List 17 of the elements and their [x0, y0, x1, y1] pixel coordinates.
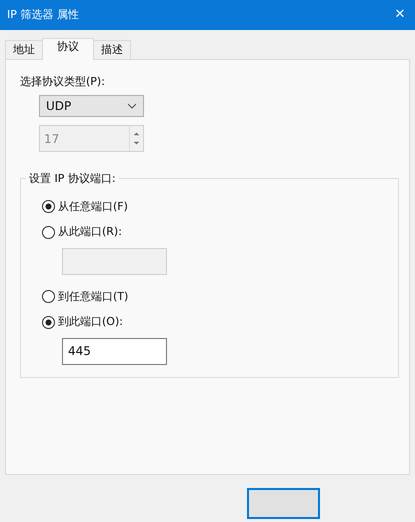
radio-button[interactable] — [42, 290, 55, 304]
radio-option[interactable]: 到此端口(O): — [42, 314, 123, 330]
close-button[interactable]: ✕ — [385, 0, 415, 30]
chevron-down-icon — [127, 102, 137, 108]
tab[interactable]: 描述 — [93, 40, 131, 59]
window-title: IP 筛选器 属性 — [7, 6, 79, 23]
port-field[interactable]: 445 — [62, 338, 167, 364]
radio-option[interactable]: 从任意端口(F) — [42, 198, 128, 215]
tab[interactable]: 地址 — [5, 40, 43, 59]
tab[interactable]: 协议 — [42, 38, 94, 60]
protocol-dropdown[interactable]: UDP — [39, 94, 144, 116]
group-title: 设置 IP 协议端口: — [26, 170, 119, 187]
radio-button[interactable] — [42, 316, 55, 329]
protocol-type-label: 选择协议类型(P): — [20, 74, 105, 90]
radio-button[interactable] — [42, 200, 55, 214]
radio-option[interactable]: 到任意端口(T) — [42, 288, 128, 305]
ok-button[interactable] — [247, 488, 320, 519]
